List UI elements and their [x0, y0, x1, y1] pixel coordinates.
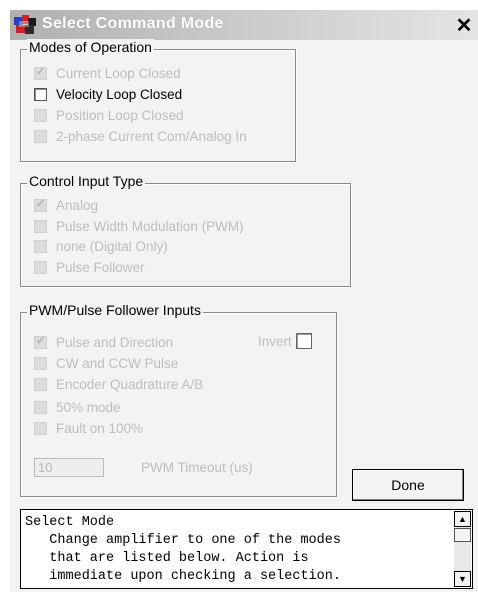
checkbox-icon[interactable]	[34, 400, 47, 414]
pwm-timeout-input[interactable]: 10	[34, 458, 104, 477]
option-encoder-quadrature[interactable]: Encoder Quadrature A/B	[34, 375, 203, 393]
option-fault-on-100[interactable]: Fault on 100%	[34, 419, 143, 437]
option-label: none (Digital Only)	[56, 238, 168, 254]
invert-label: Invert	[258, 333, 292, 349]
title-bar[interactable]: Select Command Mode ✕	[10, 10, 478, 40]
scroll-down-icon[interactable]: ▼	[454, 571, 471, 587]
dialog-window: Select Command Mode ✕ Modes of Operation…	[10, 10, 478, 592]
option-50-percent-mode[interactable]: 50% mode	[34, 398, 121, 416]
option-cw-ccw-pulse[interactable]: CW and CCW Pulse	[34, 354, 178, 372]
option-label: Encoder Quadrature A/B	[56, 376, 204, 392]
option-label: Pulse Width Modulation (PWM)	[56, 218, 244, 234]
checkbox-icon[interactable]	[34, 377, 47, 391]
option-2phase-current[interactable]: 2-phase Current Com/Analog In	[34, 127, 247, 145]
checkbox-icon[interactable]	[34, 87, 47, 101]
help-scrollbar[interactable]: ▲ ▼	[454, 511, 471, 587]
checkbox-icon[interactable]	[34, 421, 47, 435]
checkbox-icon[interactable]	[34, 129, 47, 143]
scroll-thumb[interactable]	[454, 528, 471, 542]
invert-checkbox[interactable]	[295, 333, 312, 349]
option-label: Analog	[56, 197, 99, 213]
option-pulse-and-direction[interactable]: ✓ Pulse and Direction	[34, 333, 173, 351]
close-icon[interactable]: ✕	[454, 16, 474, 36]
option-label: Fault on 100%	[56, 420, 144, 436]
checkbox-checked-icon[interactable]: ✓	[34, 66, 47, 80]
checkbox-icon[interactable]	[34, 356, 47, 370]
option-pwm[interactable]: Pulse Width Modulation (PWM)	[34, 217, 244, 235]
option-label: 50% mode	[56, 399, 121, 415]
option-label: 2-phase Current Com/Analog In	[56, 128, 247, 144]
option-current-loop-closed[interactable]: ✓ Current Loop Closed	[34, 64, 181, 82]
option-velocity-loop-closed[interactable]: Velocity Loop Closed	[34, 85, 182, 103]
checkbox-icon[interactable]	[34, 108, 47, 122]
option-label: Pulse and Direction	[56, 334, 174, 350]
invert-option[interactable]: Invert	[258, 333, 312, 349]
window-title: Select Command Mode	[42, 15, 224, 32]
option-pulse-follower[interactable]: Pulse Follower	[34, 258, 145, 276]
control-input-type-group: Control Input Type ✓ Analog Pulse Width …	[20, 173, 351, 287]
pwm-pulse-follower-group: PWM/Pulse Follower Inputs Invert ✓ Pulse…	[20, 302, 337, 497]
option-digital-only[interactable]: none (Digital Only)	[34, 237, 168, 255]
help-text-area[interactable]: Select Mode Change amplifier to one of t…	[20, 509, 473, 589]
scroll-up-icon[interactable]: ▲	[454, 511, 471, 527]
checkbox-checked-icon[interactable]: ✓	[34, 198, 47, 212]
group-label: PWM/Pulse Follower Inputs	[27, 302, 203, 318]
checkbox-icon[interactable]	[34, 239, 47, 253]
option-label: Pulse Follower	[56, 259, 145, 275]
option-label: Position Loop Closed	[56, 107, 184, 123]
checkbox-icon[interactable]	[34, 260, 47, 274]
group-label: Modes of Operation	[27, 39, 154, 55]
option-analog[interactable]: ✓ Analog	[34, 196, 98, 214]
pwm-timeout-label: PWM Timeout (us)	[141, 460, 253, 475]
help-text: Select Mode Change amplifier to one of t…	[25, 515, 341, 584]
option-label: Current Loop Closed	[56, 65, 181, 81]
group-label: Control Input Type	[27, 173, 146, 189]
checkbox-checked-icon[interactable]: ✓	[34, 335, 47, 349]
option-position-loop-closed[interactable]: Position Loop Closed	[34, 106, 184, 124]
app-icon	[14, 15, 36, 34]
done-button[interactable]: Done	[352, 469, 464, 501]
checkbox-icon[interactable]	[34, 219, 47, 233]
option-label: CW and CCW Pulse	[56, 355, 179, 371]
modes-of-operation-group: Modes of Operation ✓ Current Loop Closed…	[20, 39, 296, 162]
option-label: Velocity Loop Closed	[56, 86, 183, 102]
